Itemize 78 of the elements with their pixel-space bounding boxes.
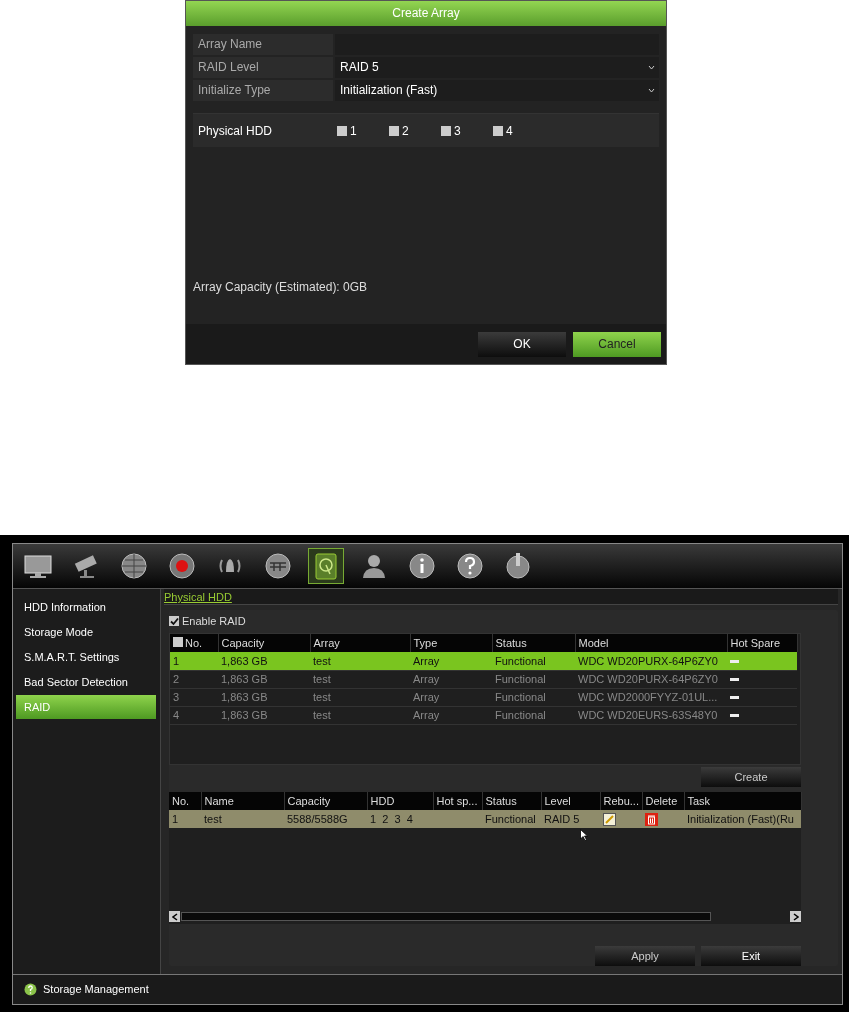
field-label: Array Name (193, 34, 333, 55)
help-icon (24, 983, 37, 996)
checkbox[interactable] (441, 125, 451, 136)
dropdown[interactable]: RAID 5 (335, 57, 659, 78)
exit-button[interactable]: Exit (701, 946, 801, 966)
checkbox[interactable] (493, 125, 503, 136)
cancel-button[interactable]: Cancel (573, 331, 661, 357)
sidebar-item[interactable]: HDD Information (16, 595, 156, 619)
table-cell[interactable]: Functional (482, 810, 541, 828)
column-header: HDD (367, 792, 433, 810)
field-label: RAID Level (193, 57, 333, 78)
table-cell[interactable]: 1,863 GB (218, 652, 310, 670)
column-header: Rebu... (600, 792, 642, 810)
dash-icon (730, 660, 739, 664)
cursor-icon (580, 829, 588, 841)
column-header: Capacity (284, 792, 367, 810)
apply-button[interactable]: Apply (595, 946, 695, 966)
edit-icon[interactable] (603, 813, 616, 827)
create-button[interactable]: Create (701, 767, 801, 787)
dialog-title: Create Array (186, 1, 666, 26)
sidebar-item[interactable]: S.M.A.R.T. Settings (16, 645, 156, 669)
table-cell[interactable]: Functional (492, 652, 575, 670)
status-text: Storage Management (43, 982, 149, 998)
panel-icon (262, 550, 294, 582)
column-header: Level (541, 792, 600, 810)
chevron-icon (648, 88, 655, 93)
column-header: No. (169, 792, 201, 810)
table-cell[interactable]: 1 (170, 652, 218, 670)
checkbox-label: Enable RAID (182, 613, 246, 629)
column-header: Type (410, 634, 492, 652)
checkbox-label: 3 (454, 122, 461, 140)
help-icon (454, 550, 486, 582)
column-header: No. (185, 636, 203, 649)
table-cell[interactable]: RAID 5 (541, 810, 600, 828)
table-cell[interactable]: 1 (169, 810, 201, 828)
column-header: Model (575, 634, 727, 652)
column-header: Task (684, 792, 801, 810)
dash-icon (730, 696, 739, 700)
sidebar-item[interactable]: Bad Sector Detection (16, 670, 156, 694)
table-cell[interactable]: test (201, 810, 284, 828)
ok-button[interactable]: OK (478, 331, 566, 357)
checkbox-label: 4 (506, 122, 513, 140)
column-header: Delete (642, 792, 684, 810)
column-header: Array (310, 634, 410, 652)
column-header: Name (201, 792, 284, 810)
trash-icon[interactable] (645, 813, 658, 827)
checkbox[interactable] (337, 125, 347, 136)
field-label: Initialize Type (193, 80, 333, 101)
column-header: Capacity (218, 634, 310, 652)
table-cell[interactable]: test (310, 652, 410, 670)
table-cell[interactable] (727, 652, 797, 670)
tab[interactable]: Physical HDD (164, 589, 232, 606)
scrollbar[interactable] (169, 911, 801, 922)
record-icon (166, 550, 198, 582)
column-header: Status (482, 792, 541, 810)
checkbox-label: 2 (402, 122, 409, 140)
checkbox[interactable] (389, 125, 399, 136)
table-cell[interactable]: WDC WD20PURX-64P6ZY0 (575, 652, 727, 670)
column-header: Status (492, 634, 575, 652)
capacity-text: Array Capacity (Estimated): 0GB (193, 279, 369, 296)
table-cell[interactable]: 5588/5588G (284, 810, 367, 828)
table-cell[interactable]: 1 2 3 4 (367, 810, 433, 828)
info-icon (406, 550, 438, 582)
column-header: Hot Spare (727, 634, 797, 652)
checkbox-label: 1 (350, 122, 357, 140)
field-label: Physical HDD (197, 122, 273, 140)
globe-icon (118, 550, 150, 582)
dash-icon (730, 678, 739, 682)
table-cell[interactable]: Initialization (Fast)(Ru (684, 810, 801, 828)
toolbar-button[interactable] (309, 549, 343, 583)
chevron-icon (648, 65, 655, 70)
checkbox[interactable] (169, 616, 179, 626)
sidebar-item[interactable]: Storage Mode (16, 620, 156, 644)
dropdown[interactable]: Initialization (Fast) (335, 80, 659, 101)
table-cell[interactable]: Array (410, 652, 492, 670)
dash-icon (730, 714, 739, 718)
checkbox[interactable] (173, 636, 183, 647)
column-header: Hot sp... (433, 792, 482, 810)
